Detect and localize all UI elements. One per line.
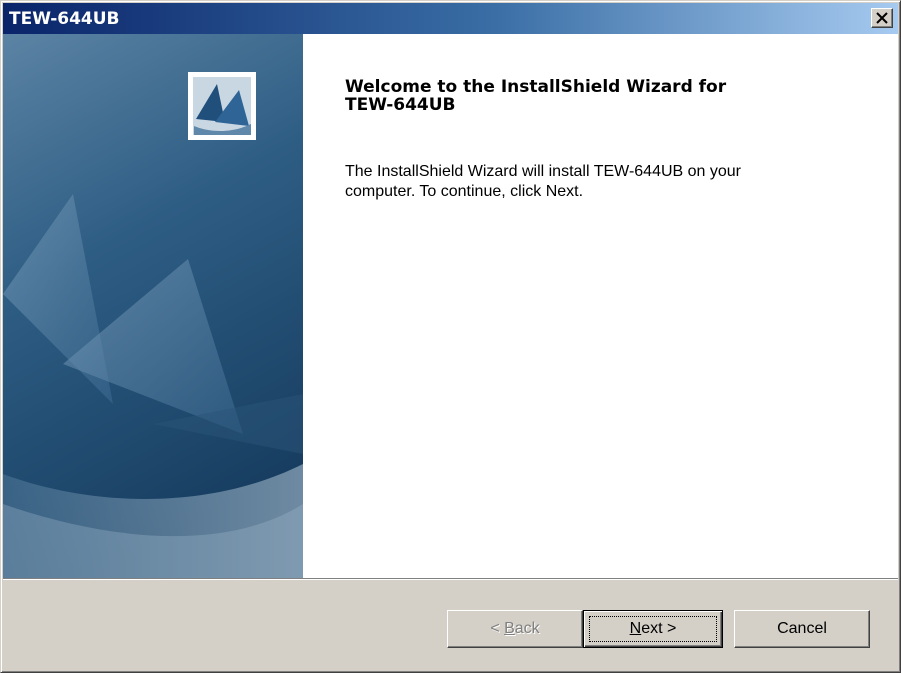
button-divider bbox=[3, 578, 898, 580]
next-button[interactable]: Next > bbox=[583, 610, 723, 648]
welcome-heading-line1: Welcome to the InstallShield Wizard for bbox=[345, 77, 727, 97]
wizard-side-banner bbox=[3, 34, 303, 578]
description-line1: The InstallShield Wizard will install TE… bbox=[345, 163, 742, 180]
close-button[interactable] bbox=[871, 8, 893, 28]
cancel-button[interactable]: Cancel bbox=[734, 610, 870, 648]
window-title: TEW-644UB bbox=[9, 9, 120, 29]
installshield-logo-icon bbox=[188, 72, 256, 140]
back-button-label: < Back bbox=[490, 620, 540, 637]
installer-window: TEW-644UB Welcome to the InstallShield W… bbox=[0, 0, 901, 673]
back-button[interactable]: < Back bbox=[447, 610, 583, 648]
description-line2: computer. To continue, click Next. bbox=[345, 183, 584, 200]
wizard-content: Welcome to the InstallShield Wizard for … bbox=[303, 34, 898, 578]
close-icon bbox=[876, 12, 888, 24]
sails-banner-image bbox=[3, 34, 303, 578]
focus-rectangle bbox=[589, 616, 717, 642]
welcome-description: The InstallShield Wizard will install TE… bbox=[345, 162, 865, 202]
welcome-heading-line2: TEW-644UB bbox=[345, 95, 456, 115]
welcome-heading: Welcome to the InstallShield Wizard for … bbox=[345, 78, 845, 114]
cancel-button-label: Cancel bbox=[777, 620, 827, 637]
title-bar[interactable]: TEW-644UB bbox=[3, 3, 898, 34]
